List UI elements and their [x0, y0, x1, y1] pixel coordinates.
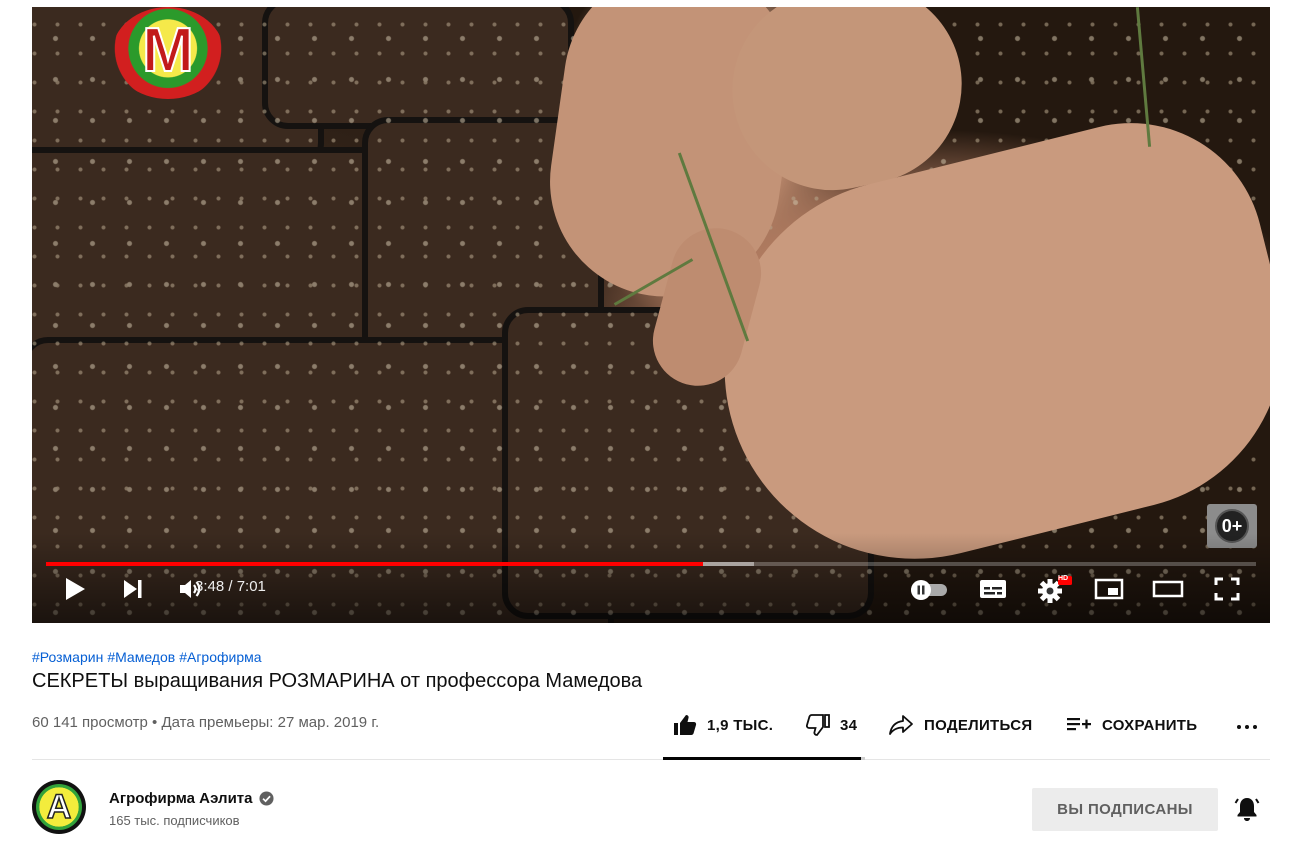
subscribed-button[interactable]: ВЫ ПОДПИСАНЫ — [1032, 788, 1218, 831]
dislike-button[interactable]: 34 — [806, 710, 857, 740]
save-label: СОХРАНИТЬ — [1102, 716, 1198, 734]
like-count: 1,9 ТЫС. — [707, 716, 774, 734]
theater-mode-icon — [1152, 580, 1184, 598]
progress-bar[interactable] — [46, 562, 1256, 566]
sentiment-bar — [663, 757, 865, 760]
dislike-count: 34 — [840, 716, 858, 734]
bell-icon — [1234, 798, 1260, 821]
video-player[interactable]: M 0+ — [32, 7, 1270, 623]
hd-badge: HD — [1058, 575, 1069, 582]
fullscreen-icon — [1214, 577, 1240, 601]
next-button[interactable] — [118, 571, 148, 607]
subscriber-count: 165 тыс. подписчиков — [109, 813, 240, 828]
miniplayer-icon — [1094, 578, 1124, 600]
hashtag-link[interactable]: #Мамедов — [107, 649, 175, 665]
subtitles-button[interactable] — [976, 571, 1010, 607]
divider — [32, 759, 1270, 760]
share-label: ПОДЕЛИТЬСЯ — [924, 716, 1033, 734]
channel-name-row[interactable]: Агрофирма Аэлита — [109, 790, 274, 807]
channel-name[interactable]: Агрофирма Аэлита — [109, 790, 253, 807]
share-icon — [889, 715, 913, 735]
verified-icon — [258, 791, 274, 806]
more-icon — [1237, 725, 1257, 729]
settings-button[interactable]: HD — [1034, 571, 1074, 607]
hashtag-link[interactable]: #Розмарин — [32, 649, 103, 665]
video-title: СЕКРЕТЫ выращивания РОЗМАРИНА от професс… — [32, 670, 643, 692]
playlist-add-icon — [1067, 718, 1091, 731]
channel-avatar[interactable]: A — [32, 780, 86, 834]
miniplayer-button[interactable] — [1092, 571, 1126, 607]
video-frame[interactable] — [32, 7, 1270, 623]
save-button[interactable]: СОХРАНИТЬ — [1066, 710, 1197, 740]
share-button[interactable]: ПОДЕЛИТЬСЯ — [888, 710, 1032, 740]
next-icon — [124, 580, 142, 598]
subtitles-icon — [980, 580, 1006, 598]
theater-mode-button[interactable] — [1150, 571, 1186, 607]
autoplay-toggle[interactable] — [906, 571, 952, 607]
watermark-letter: M — [141, 15, 195, 86]
thumbs-up-icon — [674, 715, 697, 735]
play-icon — [66, 578, 85, 600]
thumbs-down-icon — [806, 714, 830, 736]
autoplay-toggle-icon — [911, 580, 947, 600]
hashtag-link[interactable]: #Агрофирма — [179, 649, 261, 665]
play-button[interactable] — [60, 571, 90, 607]
time-display: 3:48 / 7:01 — [195, 578, 266, 595]
video-meta: 60 141 просмотр • Дата премьеры: 27 мар.… — [32, 714, 380, 731]
notification-bell-button[interactable] — [1233, 795, 1261, 828]
more-actions-button[interactable] — [1236, 710, 1268, 740]
hashtag-list: #Розмарин #Мамедов #Агрофирма — [32, 649, 266, 665]
fullscreen-button[interactable] — [1210, 571, 1244, 607]
played-bar — [46, 562, 704, 566]
like-ratio-fill — [663, 757, 861, 760]
channel-watermark-logo: M — [112, 7, 224, 99]
like-button[interactable]: 1,9 ТЫС. — [673, 710, 773, 740]
avatar-letter: A — [36, 784, 82, 830]
